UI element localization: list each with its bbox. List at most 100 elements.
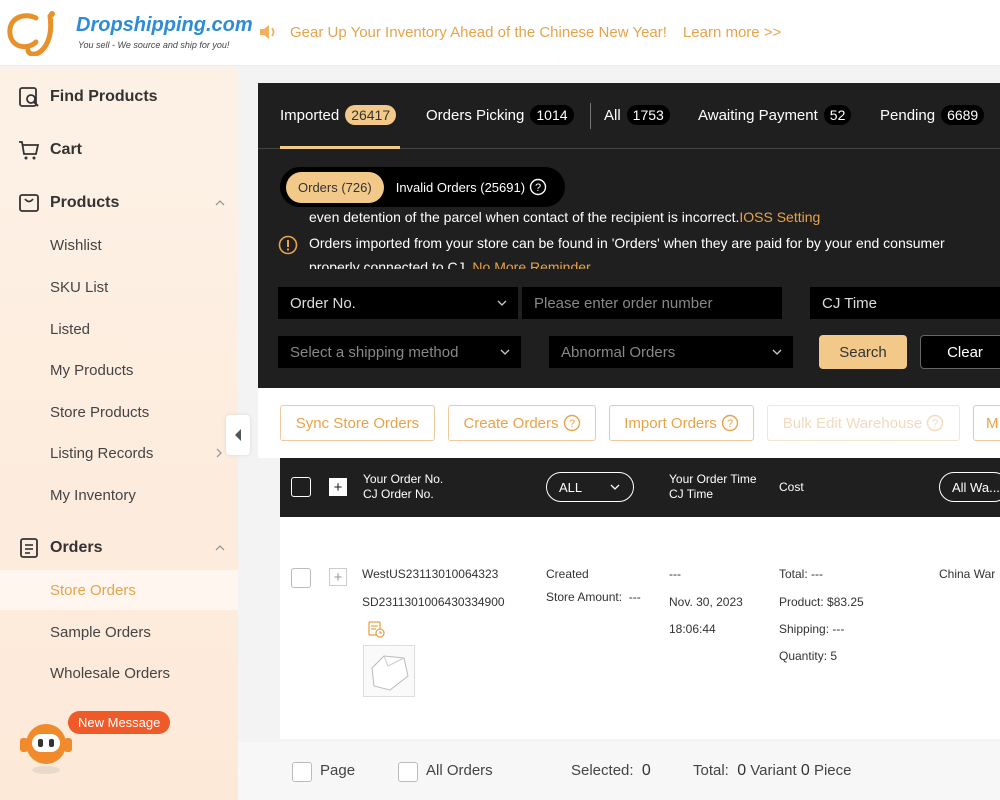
variant-label: Variant <box>750 762 797 779</box>
create-orders-button[interactable]: Create Orders ? <box>448 405 596 441</box>
sidebar-item-label: Wishlist <box>50 236 102 254</box>
import-orders-button[interactable]: Import Orders ? <box>609 405 754 441</box>
count-badge: 1753 <box>626 105 670 125</box>
select-value: ALL <box>559 479 583 495</box>
product-thumbnail[interactable] <box>363 645 415 697</box>
button-label: Import Orders <box>624 414 717 432</box>
piece-count: 0 <box>800 762 810 779</box>
selected-label: Selected: <box>571 762 634 779</box>
sidebar-item-label: Store Products <box>50 403 150 421</box>
logo[interactable]: Dropshipping.com You sell - We source an… <box>6 8 253 58</box>
sidebar-item-my-products[interactable]: My Products <box>0 350 238 390</box>
tab-pending[interactable]: Pending 6689 <box>880 105 985 125</box>
cost-shipping: Shipping: --- <box>779 622 845 636</box>
find-products-icon <box>19 87 39 107</box>
expand-row-icon[interactable]: + <box>329 568 347 586</box>
header-line: Your Order No. <box>363 472 444 486</box>
sidebar-item-wholesale-orders[interactable]: Wholesale Orders <box>0 653 238 693</box>
order-status: Created <box>546 567 589 581</box>
tab-divider <box>590 103 591 129</box>
row-checkbox[interactable] <box>291 568 311 588</box>
order-no-select[interactable]: Order No. <box>278 287 518 319</box>
warehouse: China War <box>939 567 996 581</box>
select-page-checkbox[interactable] <box>292 762 312 782</box>
shipping-method-select[interactable]: Select a shipping method <box>278 336 521 368</box>
table-row: + WestUS23113010064323 SD231130100643033… <box>280 517 1000 739</box>
cj-time-select[interactable]: CJ Time <box>810 287 1000 319</box>
abnormal-orders-select[interactable]: Abnormal Orders <box>549 336 793 368</box>
product-image <box>371 655 409 691</box>
count-badge: 52 <box>823 105 852 125</box>
store-amount: Store Amount: --- <box>546 590 641 604</box>
select-value: Order No. <box>290 294 356 312</box>
notice-banner: even detention of the parcel when contac… <box>278 207 1000 269</box>
table-header: + Your Order No. CJ Order No. ALL Your O… <box>280 458 1000 517</box>
sidebar-item-label: Sample Orders <box>50 623 151 641</box>
sidebar-item-sample-orders[interactable]: Sample Orders <box>0 612 238 652</box>
header-line: Your Order Time <box>669 472 757 486</box>
cart-icon <box>19 141 40 160</box>
sidebar-collapse-button[interactable] <box>226 415 250 455</box>
learn-more-link[interactable]: Learn more >> <box>683 24 781 41</box>
sidebar-item-wishlist[interactable]: Wishlist <box>0 225 238 265</box>
tab-orders-picking[interactable]: Orders Picking 1014 <box>426 105 574 125</box>
sidebar-item-listed[interactable]: Listed <box>0 309 238 349</box>
help-icon[interactable]: ? <box>529 178 547 196</box>
sidebar-products[interactable]: Products <box>0 183 238 223</box>
cj-order-date: Nov. 30, 2023 <box>669 595 743 609</box>
sidebar-item-my-inventory[interactable]: My Inventory <box>0 475 238 515</box>
new-message-badge[interactable]: New Message <box>68 711 171 734</box>
sidebar-item-sku-list[interactable]: SKU List <box>0 267 238 307</box>
cost-header: Cost <box>779 480 804 494</box>
sidebar-orders[interactable]: Orders <box>0 528 238 568</box>
notice-text: even detention of the parcel when contac… <box>309 209 740 225</box>
top-bar: Dropshipping.com You sell - We source an… <box>0 0 1000 66</box>
expand-all-icon[interactable]: + <box>329 478 347 496</box>
chevron-up-icon <box>215 200 225 206</box>
bulk-edit-warehouse-button[interactable]: Bulk Edit Warehouse ? <box>767 405 960 441</box>
tab-all[interactable]: All 1753 <box>604 105 670 125</box>
cj-logo-icon <box>7 11 55 56</box>
search-button[interactable]: Search <box>819 335 907 369</box>
sidebar-find-products[interactable]: Find Products <box>0 77 238 117</box>
announcement-text: Gear Up Your Inventory Ahead of the Chin… <box>290 23 667 41</box>
sidebar-item-store-products[interactable]: Store Products <box>0 392 238 432</box>
select-all-orders-checkbox[interactable] <box>398 762 418 782</box>
subtab-label: Invalid Orders (25691) <box>395 179 526 195</box>
tab-label: Imported <box>280 106 340 124</box>
sidebar-label: Orders <box>50 539 103 556</box>
subtab-orders[interactable]: Orders (726) <box>286 171 384 203</box>
caret-left-icon <box>235 429 241 441</box>
help-icon: ? <box>721 414 738 432</box>
total-summary: Total: 0 Variant 0 Piece <box>693 762 851 780</box>
tab-imported[interactable]: Imported 26417 <box>280 105 397 125</box>
subtab-invalid-orders[interactable]: Invalid Orders (25691) ? <box>384 170 559 204</box>
ioss-setting-link[interactable]: IOSS Setting <box>739 209 820 225</box>
select-all-checkbox[interactable] <box>291 477 311 497</box>
more-actions-button[interactable]: M <box>973 405 1000 441</box>
warehouse-filter-select[interactable]: All Wa... <box>939 472 1000 502</box>
tab-awaiting-payment[interactable]: Awaiting Payment 52 <box>698 105 852 125</box>
select-placeholder: Select a shipping method <box>290 343 459 361</box>
action-bar: Sync Store Orders Create Orders ? Import… <box>258 388 1000 458</box>
no-more-reminder-link[interactable]: No More Reminder <box>472 259 590 269</box>
your-order-no: WestUS23113010064323 <box>362 567 499 581</box>
order-log-icon[interactable] <box>367 620 385 638</box>
tab-label: All <box>604 106 621 124</box>
sidebar-item-label: Store Orders <box>50 581 136 599</box>
sidebar-item-store-orders[interactable]: Store Orders <box>0 570 238 610</box>
help-icon: ? <box>927 414 944 432</box>
header-line: CJ Time <box>669 487 714 501</box>
sidebar-cart[interactable]: Cart <box>0 130 238 170</box>
sidebar-item-label: My Inventory <box>50 486 136 504</box>
variant-count: 0 <box>737 762 747 779</box>
cost-total: Total: --- <box>779 567 824 581</box>
sync-store-orders-button[interactable]: Sync Store Orders <box>280 405 435 441</box>
notice-line: Orders imported from your store can be f… <box>309 235 945 251</box>
sidebar-item-listing-records[interactable]: Listing Records <box>0 433 238 473</box>
status-filter-select[interactable]: ALL <box>546 472 634 502</box>
order-number-input[interactable]: Please enter order number <box>522 287 782 319</box>
tab-label: Orders Picking <box>426 106 525 124</box>
clear-button[interactable]: Clear <box>920 335 1000 369</box>
cj-order-no[interactable]: SD2311301006430334900 <box>362 595 505 609</box>
